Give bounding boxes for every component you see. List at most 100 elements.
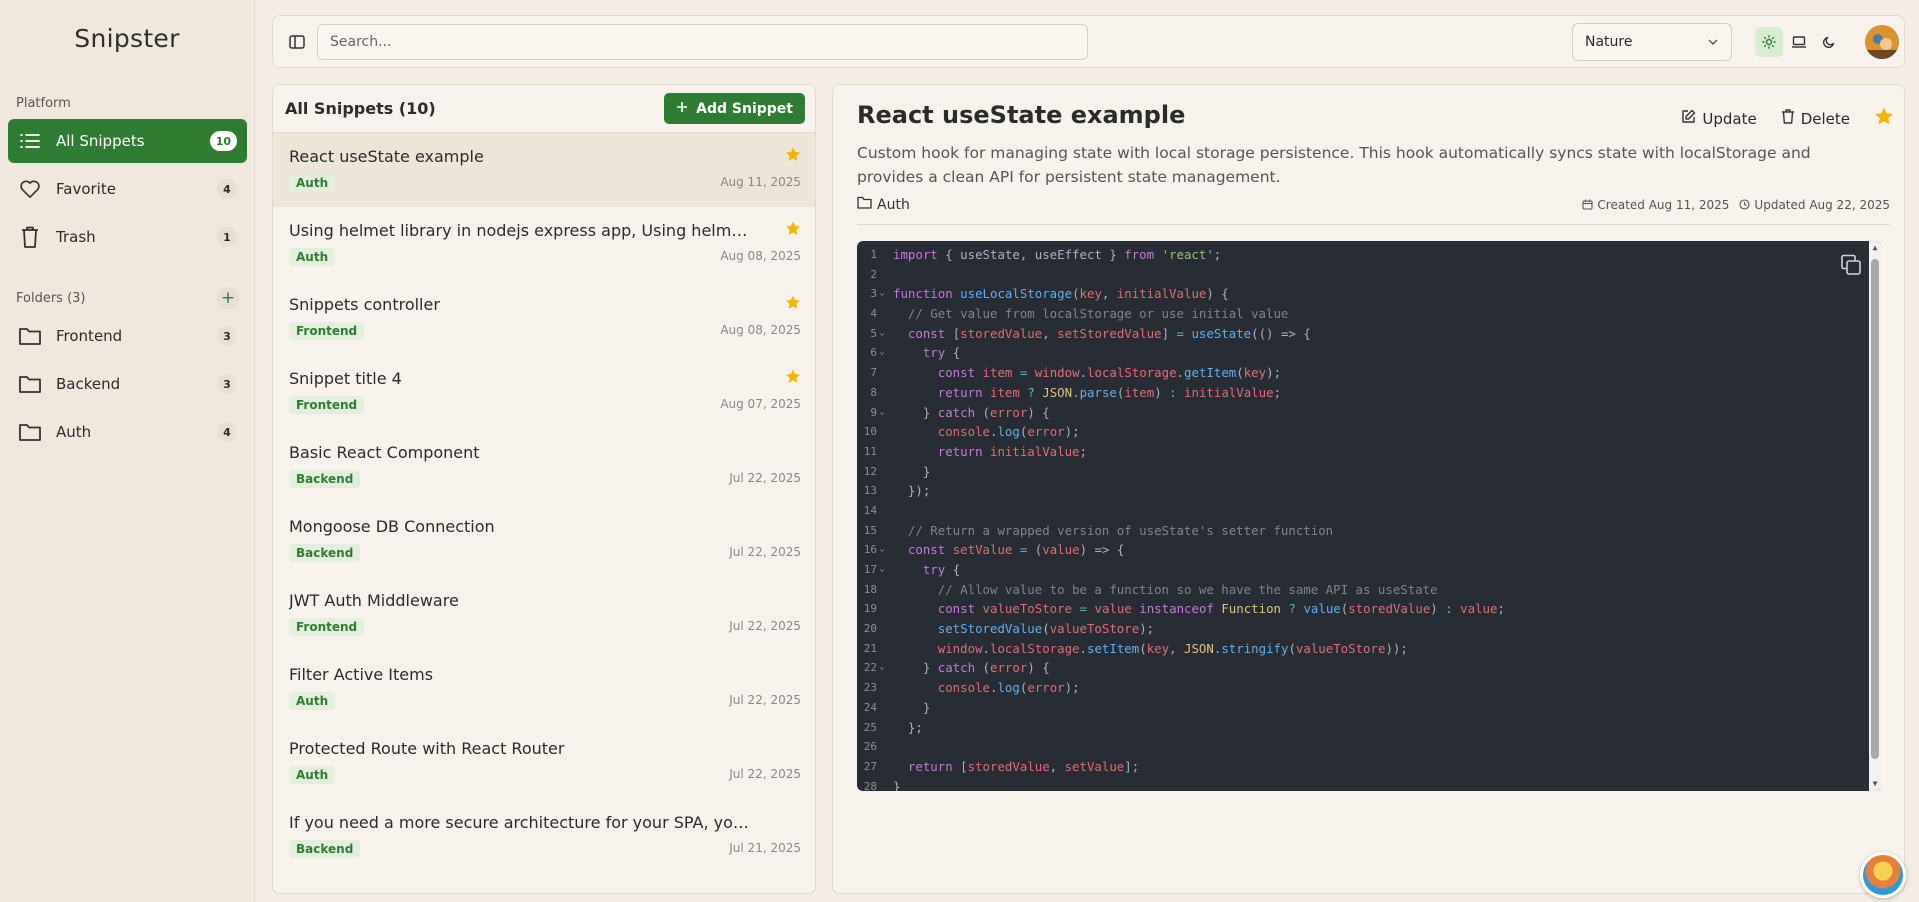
clock-icon <box>1739 199 1750 210</box>
fold-toggle[interactable]: ⌄ <box>877 540 887 560</box>
snippet-list-item[interactable]: Using helmet library in nodejs express a… <box>273 207 815 281</box>
code-line: 27 return [storedValue, setValue]; <box>857 757 1505 777</box>
fold-toggle <box>877 501 887 521</box>
code-editor[interactable]: 1 import { useState, useEffect } from 're… <box>857 241 1881 791</box>
folder-item-auth[interactable]: Auth 4 <box>8 410 247 454</box>
code-line: 16 ⌄ const setValue = (value) => { <box>857 540 1505 560</box>
search-input[interactable]: Search... <box>317 24 1088 60</box>
sidebar-item-trash[interactable]: Trash 1 <box>8 215 247 259</box>
line-number: 26 <box>863 740 877 754</box>
fold-toggle <box>877 698 887 718</box>
snippet-item-tag: Auth <box>289 766 336 784</box>
code-line: 28} <box>857 777 1505 791</box>
add-snippet-button[interactable]: Add Snippet <box>664 93 805 124</box>
scroll-up-arrow-icon[interactable]: ▲ <box>1871 244 1879 252</box>
code-text: console.log(error); <box>937 680 1080 696</box>
fold-toggle[interactable]: ⌄ <box>877 403 887 423</box>
fold-toggle[interactable]: ⌄ <box>877 343 887 363</box>
floating-theme-avatar[interactable] <box>1860 852 1906 898</box>
snippet-list-item[interactable]: Snippet title 4 Frontend Aug 07, 2025 <box>273 355 815 429</box>
snippet-item-date: Aug 08, 2025 <box>720 323 801 337</box>
sidebar-item-favorite[interactable]: Favorite 4 <box>8 167 247 211</box>
scroll-down-arrow-icon[interactable]: ▼ <box>1871 780 1879 788</box>
folder-icon <box>18 372 42 396</box>
snippet-list-item[interactable]: Mongoose DB Connection Backend Jul 22, 202… <box>273 503 815 577</box>
snippet-items: React useState example Auth Aug 11, 2025 Us… <box>273 133 815 873</box>
code-text: try { <box>922 562 961 577</box>
fold-toggle <box>877 383 887 403</box>
star-icon[interactable] <box>785 369 801 388</box>
code-line: 18 // Allow value to be a function so we… <box>857 580 1505 600</box>
snippet-title: React useState example <box>857 101 1186 129</box>
folder-label: Backend <box>56 375 121 393</box>
snippet-item-title: Protected Route with React Router <box>289 739 565 758</box>
snippet-item-title: React useState example <box>289 147 484 166</box>
favorite-star-icon[interactable] <box>1874 107 1894 130</box>
code-text: function useLocalStorage(key, initialVal… <box>893 286 1229 302</box>
snippet-item-date: Aug 11, 2025 <box>720 175 801 189</box>
scrollbar-thumb[interactable] <box>1871 259 1879 759</box>
plus-icon <box>676 101 688 117</box>
avatar[interactable] <box>1865 25 1899 59</box>
star-icon[interactable] <box>785 221 801 240</box>
star-icon[interactable] <box>785 295 801 314</box>
snippet-item-tag: Backend <box>289 470 361 488</box>
count-badge: 3 <box>217 374 237 394</box>
snippet-item-tag: Auth <box>289 174 336 192</box>
code-line: 15 // Return a wrapped version of useSta… <box>857 521 1505 541</box>
fold-toggle[interactable]: ⌄ <box>877 560 887 580</box>
code-line: 25 }; <box>857 718 1505 738</box>
update-button[interactable]: Update <box>1681 109 1757 128</box>
snippet-description: Custom hook for managing state with loca… <box>857 144 1811 186</box>
snippet-list-item[interactable]: JWT Auth Middleware Frontend Jul 22, 2025 <box>273 577 815 651</box>
sun-icon[interactable] <box>1755 27 1783 57</box>
delete-button[interactable]: Delete <box>1781 109 1850 128</box>
sidebar-toggle-icon[interactable] <box>285 30 309 54</box>
fold-toggle <box>877 521 887 541</box>
line-number: 21 <box>863 641 877 655</box>
code-line: 4 // Get value from localStorage or use … <box>857 304 1505 324</box>
code-text: }; <box>893 719 923 735</box>
snippet-item-date: Jul 22, 2025 <box>729 767 801 781</box>
line-number: 27 <box>863 759 877 773</box>
add-snippet-label: Add Snippet <box>696 100 793 117</box>
folder-label: Auth <box>56 423 92 441</box>
snippet-list-item[interactable]: If you need a more secure architecture f… <box>273 799 815 873</box>
code-text: }); <box>893 483 931 499</box>
fold-toggle[interactable]: ⌄ <box>877 284 887 304</box>
folder-item-frontend[interactable]: Frontend 3 <box>8 314 247 358</box>
line-number: 11 <box>863 444 877 458</box>
fold-toggle <box>877 639 887 659</box>
moon-icon[interactable] <box>1815 27 1843 57</box>
fold-toggle <box>877 442 887 462</box>
laptop-icon[interactable] <box>1785 27 1813 57</box>
snippet-item-title: JWT Auth Middleware <box>289 591 459 610</box>
fold-toggle[interactable]: ⌄ <box>877 324 887 344</box>
theme-select[interactable]: Nature <box>1572 23 1732 61</box>
copy-icon[interactable] <box>1839 253 1863 277</box>
code-text: try { <box>922 345 961 361</box>
snippet-list-item[interactable]: React useState example Auth Aug 11, 2025 <box>273 133 815 207</box>
snippet-item-date: Jul 22, 2025 <box>729 471 801 485</box>
add-folder-button[interactable]: + <box>217 287 239 309</box>
snippet-list-panel: All Snippets (10) Add Snippet React useS… <box>272 84 816 894</box>
code-text: } <box>893 463 931 479</box>
code-text: const [storedValue, setStoredValue] = us… <box>907 325 1311 341</box>
snippet-folder[interactable]: Auth <box>857 196 910 213</box>
snippet-item-date: Aug 07, 2025 <box>720 397 801 411</box>
snippet-list-item[interactable]: Filter Active Items Auth Jul 22, 2025 <box>273 651 815 725</box>
fold-toggle[interactable]: ⌄ <box>877 658 887 678</box>
snippet-list-item[interactable]: Snippets controller Frontend Aug 08, 2025 <box>273 281 815 355</box>
code-text: import { useState, useEffect } from 'rea… <box>893 247 1222 262</box>
snippet-list-item[interactable]: Protected Route with React Router Auth Jul… <box>273 725 815 799</box>
code-scrollbar[interactable]: ▲ ▼ <box>1869 241 1881 791</box>
snippet-item-title: Using helmet library in nodejs express a… <box>289 221 749 240</box>
code-line: 3 ⌄ function useLocalStorage(key, initialV… <box>857 284 1505 304</box>
sidebar-item-all-snippets[interactable]: All Snippets 10 <box>8 119 247 163</box>
snippet-list-item[interactable]: Basic React Component Backend Jul 22, 2025 <box>273 429 815 503</box>
updated-label: Updated Aug 22, 2025 <box>1754 197 1890 212</box>
star-icon[interactable] <box>785 147 801 166</box>
folder-item-backend[interactable]: Backend 3 <box>8 362 247 406</box>
sidebar-item-label: All Snippets <box>56 132 145 150</box>
